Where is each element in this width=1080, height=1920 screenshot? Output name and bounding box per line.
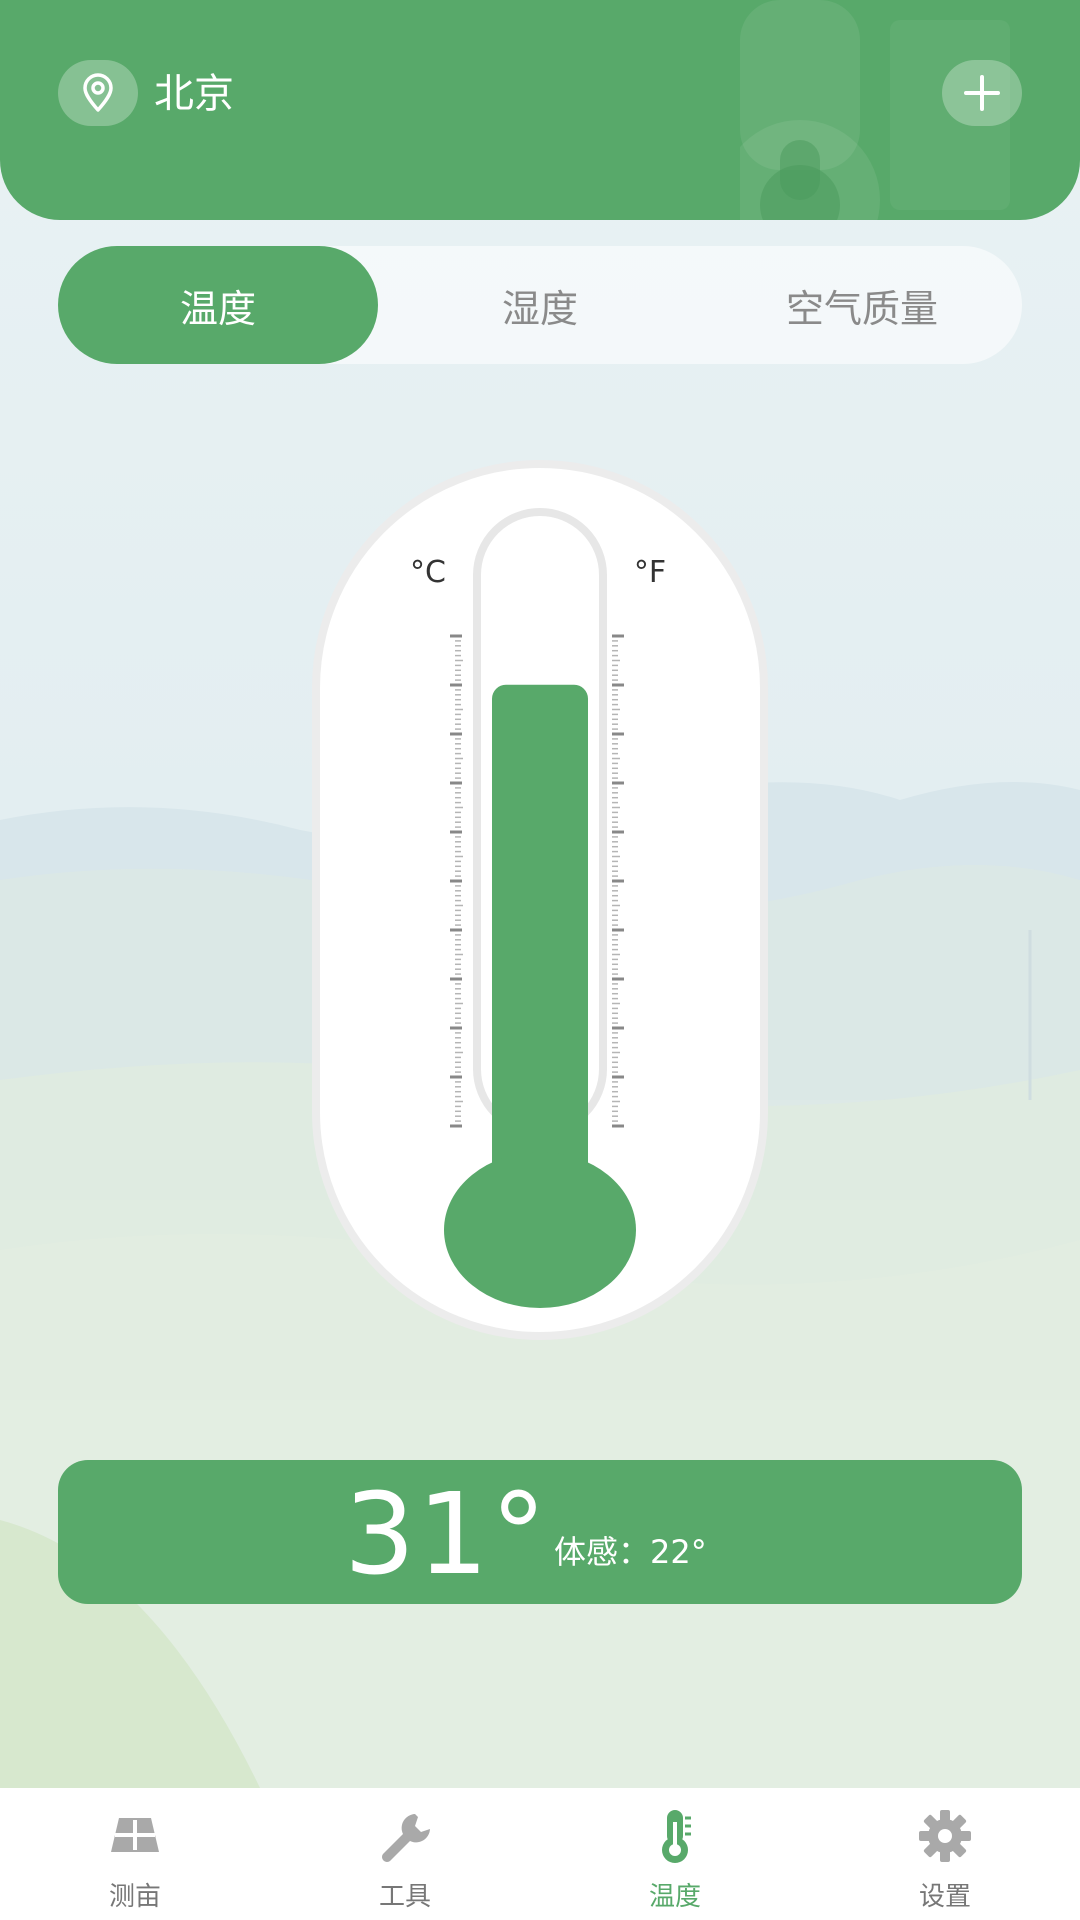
nav-label-settings: 设置 [918, 1882, 971, 1912]
thermometer-gauge: °C °F [312, 460, 768, 1340]
plus-icon [964, 75, 1000, 111]
nav-label-measure-field: 测亩 [108, 1882, 161, 1912]
mode-tabs: 温度 湿度 空气质量 [58, 246, 1022, 364]
celsius-unit-label: °C [410, 555, 446, 590]
header-bar: 北京 [0, 0, 1080, 220]
bottom-navigation: 测亩 工具 温度 设置 [0, 1788, 1080, 1920]
tab-air-quality[interactable]: 空气质量 [702, 246, 1022, 364]
add-city-button[interactable] [942, 60, 1022, 126]
gear-icon [919, 1810, 971, 1862]
field-grid-icon [111, 1818, 159, 1852]
thermometer-icon [662, 1810, 691, 1863]
location-pin-icon [83, 73, 113, 112]
current-temperature: 31° [344, 1470, 549, 1600]
location-button[interactable] [58, 60, 138, 126]
nav-item-measure-field[interactable]: 测亩 [0, 1788, 270, 1920]
feels-like-temperature: 体感：22° [554, 1533, 707, 1571]
city-name[interactable]: 北京 [154, 68, 234, 120]
nav-item-tools[interactable]: 工具 [270, 1788, 540, 1920]
nav-item-settings[interactable]: 设置 [810, 1788, 1080, 1920]
nav-item-temperature[interactable]: 温度 [540, 1788, 810, 1920]
nav-label-temperature: 温度 [648, 1882, 701, 1912]
mercury-bulb [444, 1152, 636, 1308]
nav-label-tools: 工具 [378, 1882, 431, 1912]
fahrenheit-unit-label: °F [634, 555, 666, 590]
temperature-reading-card: 31° 体感：22° [58, 1460, 1022, 1604]
tab-humidity[interactable]: 湿度 [380, 246, 700, 364]
mercury-column [492, 684, 588, 1180]
tab-temperature[interactable]: 温度 [58, 246, 378, 364]
wrench-icon [382, 1814, 430, 1862]
